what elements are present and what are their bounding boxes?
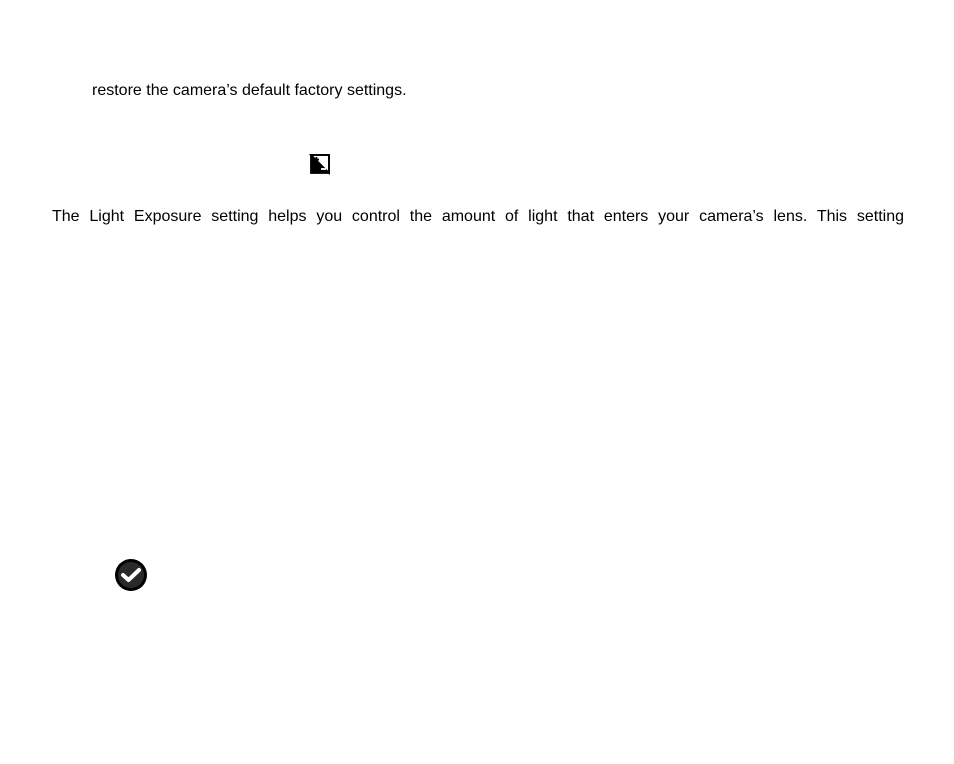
exposure-icon	[308, 152, 332, 176]
check-circle-icon	[114, 558, 148, 592]
restore-settings-text: restore the camera’s default factory set…	[92, 82, 407, 100]
light-exposure-description: The Light Exposure setting helps you con…	[52, 208, 904, 226]
